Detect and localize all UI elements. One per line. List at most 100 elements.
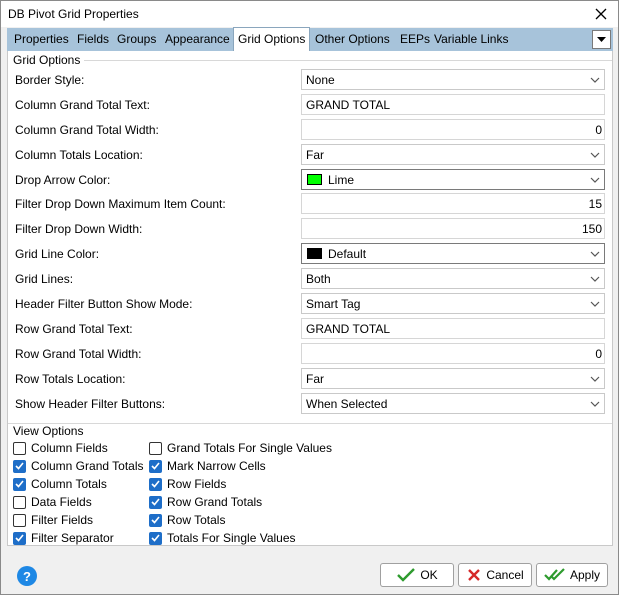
header-filter-button-show-mode-value: Smart Tag [306, 296, 361, 311]
checkbox-checked-icon [149, 459, 162, 473]
filter-dropdown-width-label: Filter Drop Down Width: [15, 222, 143, 236]
color-swatch-lime [307, 174, 322, 185]
window-title: DB Pivot Grid Properties [8, 7, 139, 21]
checkbox-unchecked-icon [149, 441, 162, 455]
cancel-x-icon [466, 567, 482, 583]
border-style-dropdown[interactable]: None [301, 69, 605, 90]
tab-eeps[interactable]: EEPs [400, 28, 430, 51]
close-icon [595, 8, 607, 20]
checkbox-grand-totals-for-single-values[interactable]: Grand Totals For Single Values [149, 441, 332, 455]
checkmark-icon [396, 567, 416, 583]
chevron-down-icon [586, 369, 604, 388]
tab-appearance[interactable]: Appearance [165, 28, 230, 51]
drop-arrow-color-label: Drop Arrow Color: [15, 173, 111, 187]
tab-groups[interactable]: Groups [117, 28, 156, 51]
help-icon: ? [23, 568, 31, 584]
tab-variable-links[interactable]: Variable Links [434, 28, 508, 51]
checkbox-unchecked-icon [13, 495, 26, 509]
grid-line-color-label: Grid Line Color: [15, 247, 100, 261]
checkbox-checked-icon [13, 459, 26, 473]
apply-button[interactable]: Apply [536, 563, 608, 587]
double-checkmark-icon [544, 567, 566, 583]
checkbox-unchecked-icon [13, 441, 26, 455]
row-totals-location-dropdown[interactable]: Far [301, 368, 605, 389]
column-grand-total-width-value: 0 [595, 122, 602, 137]
grid-line-color-dropdown[interactable]: Default [301, 243, 605, 264]
triangle-down-icon [597, 37, 606, 42]
checkbox-unchecked-icon [13, 513, 26, 527]
grid-options-panel: Grid Options Border Style: None Column G… [7, 51, 613, 546]
row-totals-location-label: Row Totals Location: [15, 372, 126, 386]
help-button[interactable]: ? [17, 566, 37, 586]
grid-options-heading: Grid Options [13, 53, 81, 67]
checkbox-column-totals[interactable]: Column Totals [13, 477, 107, 491]
title-bar: DB Pivot Grid Properties [1, 1, 618, 27]
dialog-window: DB Pivot Grid Properties Properties Fiel… [0, 0, 619, 595]
column-grand-total-width-label: Column Grand Total Width: [15, 123, 159, 137]
checkbox-filter-separator[interactable]: Filter Separator [13, 531, 114, 545]
apply-label: Apply [569, 568, 601, 582]
checkbox-label: Row Grand Totals [167, 495, 263, 509]
drop-arrow-color-dropdown[interactable]: Lime [301, 169, 605, 190]
checkbox-filter-fields[interactable]: Filter Fields [13, 513, 93, 527]
filter-dropdown-max-item-count-label: Filter Drop Down Maximum Item Count: [15, 197, 226, 211]
checkbox-checked-icon [149, 531, 162, 545]
checkbox-column-fields[interactable]: Column Fields [13, 441, 108, 455]
checkbox-label: Filter Fields [31, 513, 94, 527]
checkbox-column-grand-totals[interactable]: Column Grand Totals [13, 459, 144, 473]
grid-lines-dropdown[interactable]: Both [301, 268, 605, 289]
checkbox-row-fields[interactable]: Row Fields [149, 477, 226, 491]
cancel-label: Cancel [486, 568, 524, 582]
checkbox-mark-narrow-cells[interactable]: Mark Narrow Cells [149, 459, 266, 473]
column-grand-total-width-input[interactable]: 0 [301, 119, 605, 140]
chevron-down-icon [586, 294, 604, 313]
view-options-heading: View Options [13, 424, 84, 438]
drop-arrow-color-value: Lime [328, 172, 355, 187]
row-grand-total-width-value: 0 [595, 346, 602, 361]
row-grand-total-width-input[interactable]: 0 [301, 343, 605, 364]
column-grand-total-text-value: GRAND TOTAL [306, 97, 391, 112]
chevron-down-icon [586, 269, 604, 288]
filter-dropdown-max-item-count-value: 15 [588, 196, 602, 211]
row-grand-total-text-input[interactable]: GRAND TOTAL [301, 318, 605, 339]
checkbox-label: Column Fields [31, 441, 108, 455]
checkbox-row-grand-totals[interactable]: Row Grand Totals [149, 495, 262, 509]
checkbox-row-totals[interactable]: Row Totals [149, 513, 225, 527]
column-grand-total-text-label: Column Grand Total Text: [15, 98, 150, 112]
grid-lines-label: Grid Lines: [15, 272, 74, 286]
tab-other-options[interactable]: Other Options [315, 28, 390, 51]
header-filter-button-show-mode-dropdown[interactable]: Smart Tag [301, 293, 605, 314]
close-button[interactable] [590, 3, 612, 25]
section-divider [8, 423, 612, 424]
border-style-label: Border Style: [15, 73, 85, 87]
row-totals-location-value: Far [306, 371, 324, 386]
column-totals-location-dropdown[interactable]: Far [301, 144, 605, 165]
checkbox-checked-icon [13, 531, 26, 545]
checkbox-label: Row Totals [167, 513, 226, 527]
cancel-button[interactable]: Cancel [458, 563, 532, 587]
tab-properties[interactable]: Properties [14, 28, 69, 51]
checkbox-label: Filter Separator [31, 531, 114, 545]
column-totals-location-label: Column Totals Location: [15, 148, 143, 162]
checkbox-checked-icon [149, 513, 162, 527]
show-header-filter-buttons-label: Show Header Filter Buttons: [15, 397, 166, 411]
checkbox-label: Data Fields [31, 495, 92, 509]
show-header-filter-buttons-value: When Selected [306, 396, 388, 411]
filter-dropdown-width-input[interactable]: 150 [301, 218, 605, 239]
chevron-down-icon [586, 70, 604, 89]
checkbox-label: Grand Totals For Single Values [167, 441, 332, 455]
tab-overflow-button[interactable] [592, 30, 611, 49]
border-style-value: None [306, 72, 335, 87]
tab-grid-options[interactable]: Grid Options [233, 27, 310, 51]
chevron-down-icon [586, 394, 604, 413]
section-divider [84, 60, 612, 61]
ok-button[interactable]: OK [380, 563, 454, 587]
column-grand-total-text-input[interactable]: GRAND TOTAL [301, 94, 605, 115]
tab-fields[interactable]: Fields [77, 28, 109, 51]
checkbox-data-fields[interactable]: Data Fields [13, 495, 92, 509]
grid-line-color-value: Default [328, 246, 367, 261]
chevron-down-icon [586, 145, 604, 164]
checkbox-totals-for-single-values[interactable]: Totals For Single Values [149, 531, 296, 545]
show-header-filter-buttons-dropdown[interactable]: When Selected [301, 393, 605, 414]
filter-dropdown-max-item-count-input[interactable]: 15 [301, 193, 605, 214]
